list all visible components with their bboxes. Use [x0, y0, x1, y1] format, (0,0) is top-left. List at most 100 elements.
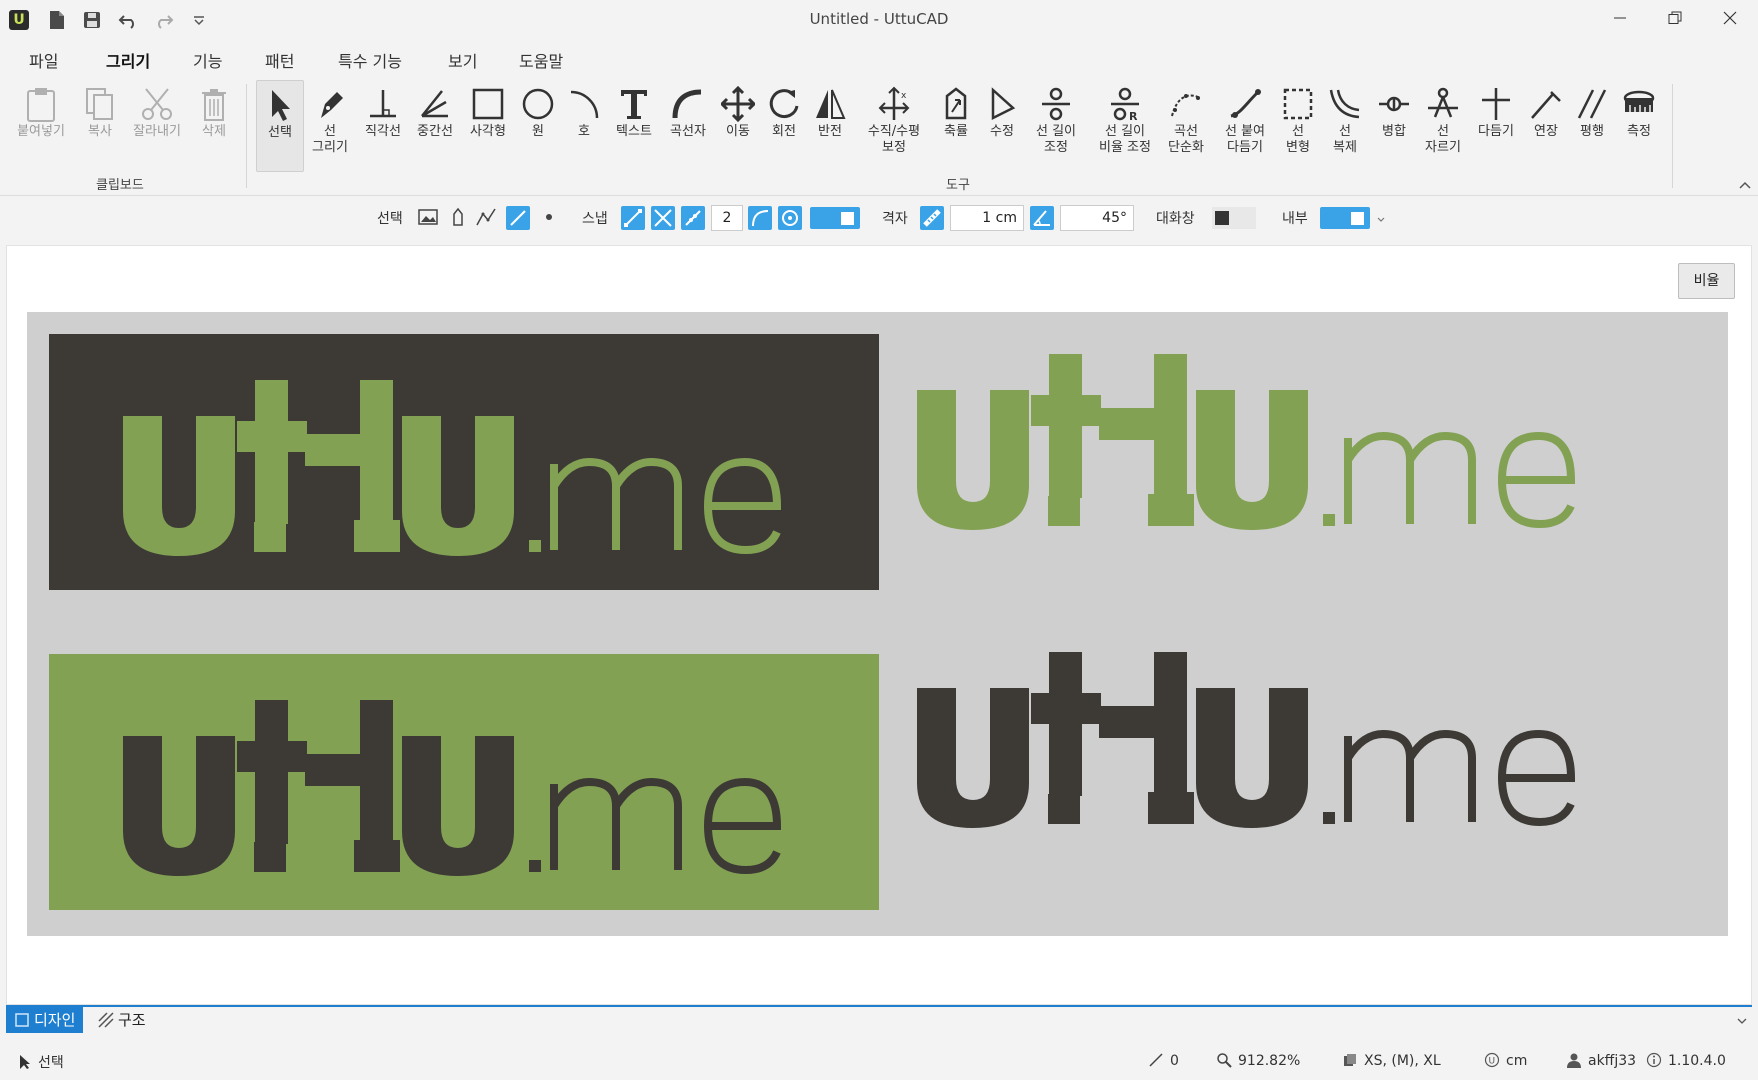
line-length-ratio-button[interactable]: R 선 길이 비율 조정	[1090, 80, 1160, 156]
copy-button[interactable]: 복사	[78, 80, 122, 140]
logo-dark-on-green[interactable]	[49, 654, 879, 910]
parallel-button[interactable]: 평행	[1570, 80, 1614, 140]
scale-icon	[945, 87, 967, 120]
status-unit[interactable]: Ucm	[1484, 1052, 1527, 1069]
svg-text:U: U	[1489, 1057, 1496, 1067]
parallel-icon	[1577, 89, 1607, 119]
status-user[interactable]: akffj33	[1566, 1052, 1636, 1069]
move-tool-button[interactable]: 이동	[716, 80, 760, 140]
tab-pattern[interactable]: 패턴	[265, 48, 294, 78]
cut-line-button[interactable]: 선 자르기	[1418, 80, 1468, 156]
logo-image	[123, 380, 782, 556]
artboard[interactable]	[27, 312, 1728, 936]
save-icon[interactable]	[82, 10, 102, 30]
tab-function[interactable]: 기능	[193, 48, 222, 78]
close-button[interactable]	[1710, 6, 1750, 34]
snap-endpoint-toggle[interactable]	[621, 206, 645, 230]
point-select-icon[interactable]	[538, 206, 562, 230]
restore-button[interactable]	[1655, 6, 1695, 34]
app-logo: U	[9, 10, 29, 30]
trim-button[interactable]: 다듬기	[1470, 80, 1522, 140]
paste-button[interactable]: 붙여넣기	[8, 80, 74, 140]
line-select-toggle[interactable]	[506, 206, 530, 230]
snap-center-toggle[interactable]	[778, 206, 802, 230]
scale-tool-button[interactable]: 축률	[934, 80, 978, 140]
angle-input[interactable]: 45°	[1060, 205, 1134, 231]
shape-select-icon[interactable]	[447, 206, 471, 230]
tab-design[interactable]: 디자인	[6, 1007, 84, 1033]
copy-icon	[86, 88, 113, 120]
new-file-icon[interactable]	[48, 10, 68, 30]
more-options-icon[interactable]	[1376, 213, 1386, 223]
info-icon	[1646, 1052, 1662, 1068]
extend-button[interactable]: 연장	[1524, 80, 1568, 140]
redo-icon[interactable]	[154, 10, 174, 30]
tab-structure[interactable]: 구조	[90, 1007, 154, 1033]
polyline-select-icon[interactable]	[475, 206, 499, 230]
circle-tool-button[interactable]: 원	[516, 80, 560, 140]
snap-switch[interactable]	[810, 207, 860, 229]
snap-curve-toggle[interactable]	[748, 206, 772, 230]
grid-ruler-toggle[interactable]	[920, 206, 944, 230]
ruler-icon	[923, 209, 941, 227]
snap-divide-toggle[interactable]	[681, 206, 705, 230]
arc-tool-button[interactable]: 호	[562, 80, 606, 140]
group-separator	[246, 84, 247, 188]
tab-file[interactable]: 파일	[29, 48, 58, 78]
select-tool-button[interactable]: 선택	[256, 80, 304, 172]
ratio-button[interactable]: 비율	[1678, 263, 1735, 299]
snap-divide-count-input[interactable]: 2	[711, 205, 743, 231]
minimize-button[interactable]	[1600, 6, 1640, 34]
delete-button[interactable]: 삭제	[192, 80, 236, 140]
rectangle-tool-button[interactable]: 사각형	[462, 80, 514, 140]
status-bar: 선택 0 912.82% XS, (M), XL Ucm akffj33 1.1…	[0, 1040, 1758, 1080]
status-version[interactable]: 1.10.4.0	[1646, 1052, 1726, 1069]
tab-special[interactable]: 특수 기능	[338, 48, 402, 78]
view-tabs-dropdown-icon[interactable]	[1736, 1014, 1748, 1030]
line-length-button[interactable]: 선 길이 조정	[1026, 80, 1086, 156]
status-sizes[interactable]: XS, (M), XL	[1342, 1052, 1441, 1069]
draw-line-button[interactable]: 선 그리기	[306, 80, 354, 156]
tab-help[interactable]: 도움말	[519, 48, 563, 78]
tab-draw[interactable]: 그리기	[106, 48, 151, 81]
curve-ruler-button[interactable]: 곡선자	[662, 80, 714, 140]
perpendicular-line-button[interactable]: 직각선	[358, 80, 408, 140]
midline-button[interactable]: 중간선	[410, 80, 460, 140]
move-arrows-icon	[721, 86, 755, 122]
tab-view[interactable]: 보기	[448, 48, 477, 78]
text-tool-button[interactable]: 텍스트	[608, 80, 660, 140]
undo-icon[interactable]	[118, 10, 138, 30]
dialog-switch[interactable]	[1212, 207, 1256, 229]
logo-dark-on-light[interactable]	[897, 632, 1727, 888]
inner-switch[interactable]	[1320, 207, 1370, 229]
transform-line-button[interactable]: 선 변형	[1278, 80, 1318, 156]
pen-icon	[321, 92, 343, 118]
image-select-icon[interactable]	[417, 206, 441, 230]
mirror-tool-button[interactable]: 반전	[808, 80, 852, 140]
status-zoom[interactable]: 912.82%	[1216, 1052, 1300, 1069]
merge-button[interactable]: 병합	[1372, 80, 1416, 140]
measure-button[interactable]: 측정	[1616, 80, 1662, 140]
angle-snap-toggle[interactable]	[1030, 206, 1054, 230]
design-canvas[interactable]: 비율	[6, 245, 1752, 1005]
customize-quick-access-icon[interactable]	[192, 10, 212, 30]
logo-green-on-light[interactable]	[897, 334, 1727, 590]
collapse-ribbon-icon[interactable]	[1738, 178, 1752, 194]
grid-size-input[interactable]: 1 cm	[950, 205, 1024, 231]
logo-image	[917, 652, 1576, 828]
snap-intersection-toggle[interactable]	[651, 206, 675, 230]
cut-line-icon	[1428, 87, 1458, 118]
trim-icon	[1482, 88, 1510, 120]
rotate-tool-button[interactable]: 회전	[762, 80, 806, 140]
title-bar: U Untitled - UttuCAD	[0, 0, 1758, 40]
dialog-label: 대화창	[1156, 211, 1195, 227]
cut-button[interactable]: 잘라내기	[124, 80, 190, 140]
simplify-curve-button[interactable]: 곡선 단순화	[1162, 80, 1210, 156]
join-trim-button[interactable]: 선 붙여 다듬기	[1214, 80, 1276, 156]
duplicate-line-button[interactable]: 선 복제	[1322, 80, 1368, 156]
edit-tool-button[interactable]: 수정	[980, 80, 1024, 140]
logo-green-on-dark[interactable]	[49, 334, 879, 590]
vertical-horizontal-fix-button[interactable]: x 수직/수평 보정	[856, 80, 932, 156]
trash-icon	[202, 89, 226, 121]
snap-curve-icon	[752, 210, 769, 227]
